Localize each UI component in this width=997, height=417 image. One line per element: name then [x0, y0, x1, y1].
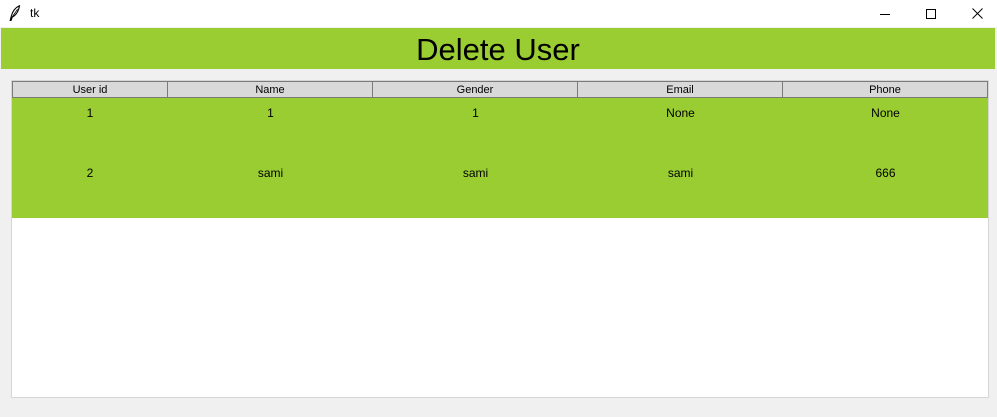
column-header-phone[interactable]: Phone [783, 81, 988, 98]
table-row[interactable]: 1 1 1 None None [12, 98, 988, 158]
cell-name: 1 [267, 106, 274, 120]
maximize-button[interactable] [908, 0, 954, 27]
page-header: Delete User [1, 28, 995, 69]
app-window-body: Delete User User id Name Gender Email Ph… [0, 27, 997, 417]
cell-user-id: 1 [86, 106, 94, 120]
cell-email: None [666, 106, 695, 120]
feather-icon [9, 5, 21, 21]
window-title: tk [30, 6, 40, 20]
page-title: Delete User [416, 31, 580, 67]
cell-user-id: 2 [86, 166, 94, 180]
column-header-email[interactable]: Email [578, 81, 783, 98]
column-header-name[interactable]: Name [168, 81, 373, 98]
close-button[interactable] [954, 0, 997, 27]
window-titlebar[interactable]: tk [0, 0, 997, 27]
column-header-user-id[interactable]: User id [12, 81, 168, 98]
cell-email: sami [667, 166, 694, 180]
cell-name: sami [257, 166, 284, 180]
close-icon [971, 8, 983, 19]
table-row[interactable]: 2 sami sami sami 666 [12, 158, 988, 218]
table-header: User id Name Gender Email Phone [12, 81, 988, 98]
maximize-icon [926, 8, 936, 19]
cell-phone: None [871, 106, 900, 120]
users-table[interactable]: User id Name Gender Email Phone 1 1 1 No… [11, 80, 989, 398]
minimize-button[interactable] [862, 0, 908, 27]
minimize-icon [880, 13, 890, 15]
cell-phone: 666 [875, 166, 896, 180]
cell-gender: 1 [472, 106, 479, 120]
column-header-gender[interactable]: Gender [373, 81, 578, 98]
cell-gender: sami [462, 166, 489, 180]
